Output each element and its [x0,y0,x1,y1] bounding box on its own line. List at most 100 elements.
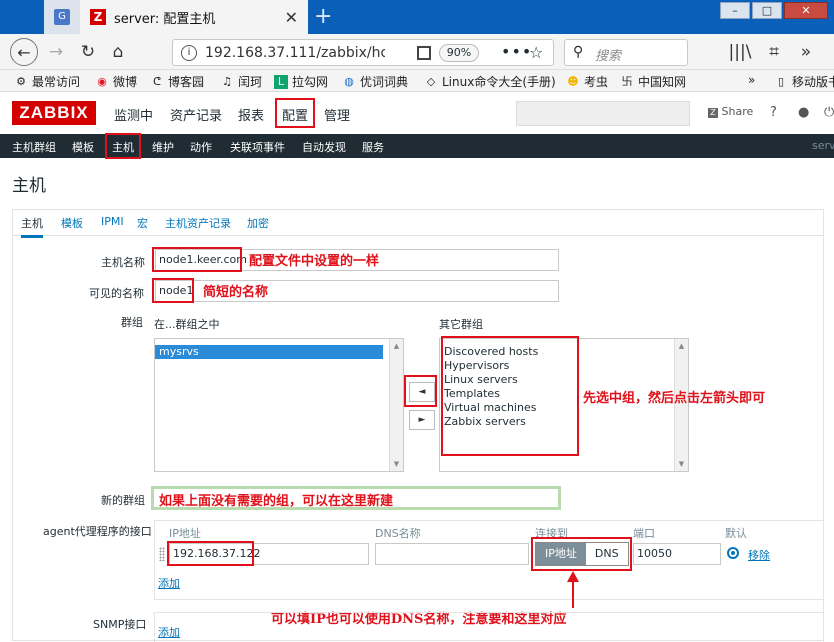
tab-macros[interactable]: 宏 [137,215,148,231]
list-item[interactable]: mysrvs [155,345,383,359]
bookmark-lagou[interactable]: L 拉勾网 [274,73,328,90]
snmp-interface-table [154,612,824,642]
wenke-icon: ♫ [222,74,232,88]
move-right-button[interactable]: ► [409,410,435,430]
tab-ipmi[interactable]: IPMI [101,215,124,228]
host-form: 主机 模板 IPMI 宏 主机资产记录 加密 主机名称 node1.keer.c… [12,209,824,642]
col-port-header: 端口 [633,527,655,540]
remove-link[interactable]: 移除 [748,547,770,563]
menu-monitoring[interactable]: 监测中 [114,105,153,124]
search-box[interactable]: ⚲ 搜索 [564,39,688,66]
submenu-actions[interactable]: 动作 [190,139,212,155]
submenu-discovery[interactable]: 自动发现 [302,139,346,155]
new-tab-icon[interactable]: + [314,4,332,29]
default-radio[interactable] [727,547,739,559]
form-tabs: 主机 模板 IPMI 宏 主机资产记录 加密 [13,210,823,238]
configuration-submenu: 主机群组 模板 主机 维护 动作 关联项事件 自动发现 服务 serv [0,133,834,159]
qr-code-icon[interactable] [417,46,431,60]
search-icon: ⚲ [573,44,584,60]
url-text[interactable]: 192.168.37.111/zabbix/hos [205,45,385,61]
page-title: 主机 [12,176,46,196]
zabbix-logo[interactable]: ZABBIX [12,101,96,125]
col-ip-header: IP地址 [169,527,201,540]
menu-administration[interactable]: 管理 [324,105,350,124]
bookmark-star-icon[interactable]: ☆ [529,43,543,62]
bookmark-most-visited[interactable]: ⚙ 最常访问 [14,73,80,90]
bookmark-wenke[interactable]: ♫ 闰珂 [220,73,262,90]
bookmark-mobile[interactable]: ▯移动版书 [774,73,834,90]
browser-nav-bar: ← → ↻ ⌂ i 192.168.37.111/zabbix/hos 90% … [0,34,834,70]
tab-inventory[interactable]: 主机资产记录 [165,215,231,231]
close-tab-icon[interactable]: ✕ [285,8,298,27]
bookmark-kaochong[interactable]: ☻ 考虫 [566,73,608,90]
bookmark-cnki[interactable]: 卐中国知网 [620,73,687,90]
submenu-host-groups[interactable]: 主机群组 [12,139,56,155]
youci-icon: ◍ [344,74,354,88]
arrow-up-icon [567,571,579,608]
home-icon[interactable]: ⌂ [106,40,130,64]
tab-host[interactable]: 主机 [21,215,43,238]
url-bar[interactable]: i 192.168.37.111/zabbix/hos 90% ••• ☆ [172,39,554,66]
overflow-icon[interactable]: » [794,40,818,64]
bookmarks-bar: ⚙ 最常访问 ◉ 微博 ᕦ 博客园 ♫ 闰珂 L 拉勾网 ◍ 优词词典 ◇ Linux命令大全… [0,70,834,92]
cnblogs-icon: ᕦ [152,74,162,88]
zabbix-header: ZABBIX 监测中 资产记录 报表 配置 管理 Z Share ? ● ⏻ [0,92,834,134]
drag-handle-icon[interactable] [159,547,165,561]
forward-arrow-icon[interactable]: → [44,40,68,64]
add-interface-link[interactable]: 添加 [158,575,180,591]
back-arrow-icon[interactable]: ← [10,38,38,66]
new-group-label: 新的群组 [101,494,145,507]
cnki-icon: 卐 [621,74,633,88]
tab-encryption[interactable]: 加密 [247,215,269,231]
logout-icon[interactable]: ⏻ [824,105,834,120]
reload-icon[interactable]: ↻ [76,40,100,64]
bookmark-weibo[interactable]: ◉ 微博 [95,73,137,90]
bookmark-cnblogs[interactable]: ᕦ 博客园 [150,73,204,90]
kaochong-icon: ☻ [567,74,579,88]
minimize-icon[interactable]: – [720,2,750,19]
move-left-highlight-box [404,375,437,407]
bookmark-overflow-icon[interactable]: » [748,73,755,87]
translate-icon: G [54,9,70,25]
window-close-icon[interactable]: ✕ [784,2,828,19]
other-groups-label: 其它群组 [439,318,483,331]
new-group-annotation: 如果上面没有需要的组，可以在这里新建 [159,494,394,509]
share-button[interactable]: Z Share [708,105,753,118]
server-label: serv [812,139,834,152]
groups-label: 群组 [121,316,143,329]
zabbix-search-input[interactable] [516,101,690,126]
more-icon[interactable]: ••• [501,42,532,61]
zoom-level[interactable]: 90% [439,44,479,62]
in-groups-scrollbar[interactable]: ▲ ▼ [389,339,403,471]
menu-reports[interactable]: 报表 [238,105,264,124]
in-groups-listbox[interactable]: mysrvs ▲ ▼ [154,338,404,472]
help-icon[interactable]: ? [770,105,777,120]
dns-name-input[interactable] [375,543,529,565]
add-snmp-link[interactable]: 添加 [158,624,180,640]
ip-highlight-box [167,541,254,566]
in-groups-label: 在...群组之中 [154,318,220,331]
bookmark-linux-cmd[interactable]: ◇ Linux命令大全(手册) [424,73,556,90]
share-icon: Z [708,108,718,118]
submenu-maintenance[interactable]: 维护 [152,139,174,155]
active-tab[interactable]: Z server: 配置主机 ✕ [80,0,308,34]
visible-name-annotation: 简短的名称 [203,285,269,300]
bookmark-youci[interactable]: ◍ 优词词典 [342,73,408,90]
linux-icon: ◇ [426,74,436,88]
hostname-highlight-box [152,247,242,272]
submenu-templates[interactable]: 模板 [72,139,94,155]
other-groups-highlight-box [441,336,579,456]
maximize-icon[interactable]: □ [752,2,782,19]
submenu-services[interactable]: 服务 [362,139,384,155]
gear-icon: ⚙ [16,74,26,88]
library-icon[interactable]: |||\ [728,40,752,64]
inactive-tab[interactable]: G [44,0,80,34]
agent-interface-label: agent代理程序的接口 [43,525,152,538]
screenshot-icon[interactable]: ⌗ [762,40,786,64]
user-profile-icon[interactable]: ● [798,105,809,120]
menu-inventory[interactable]: 资产记录 [170,105,222,124]
submenu-correlation[interactable]: 关联项事件 [230,139,285,155]
info-icon[interactable]: i [181,45,197,61]
tab-templates[interactable]: 模板 [61,215,83,231]
lagou-icon: L [274,74,288,89]
